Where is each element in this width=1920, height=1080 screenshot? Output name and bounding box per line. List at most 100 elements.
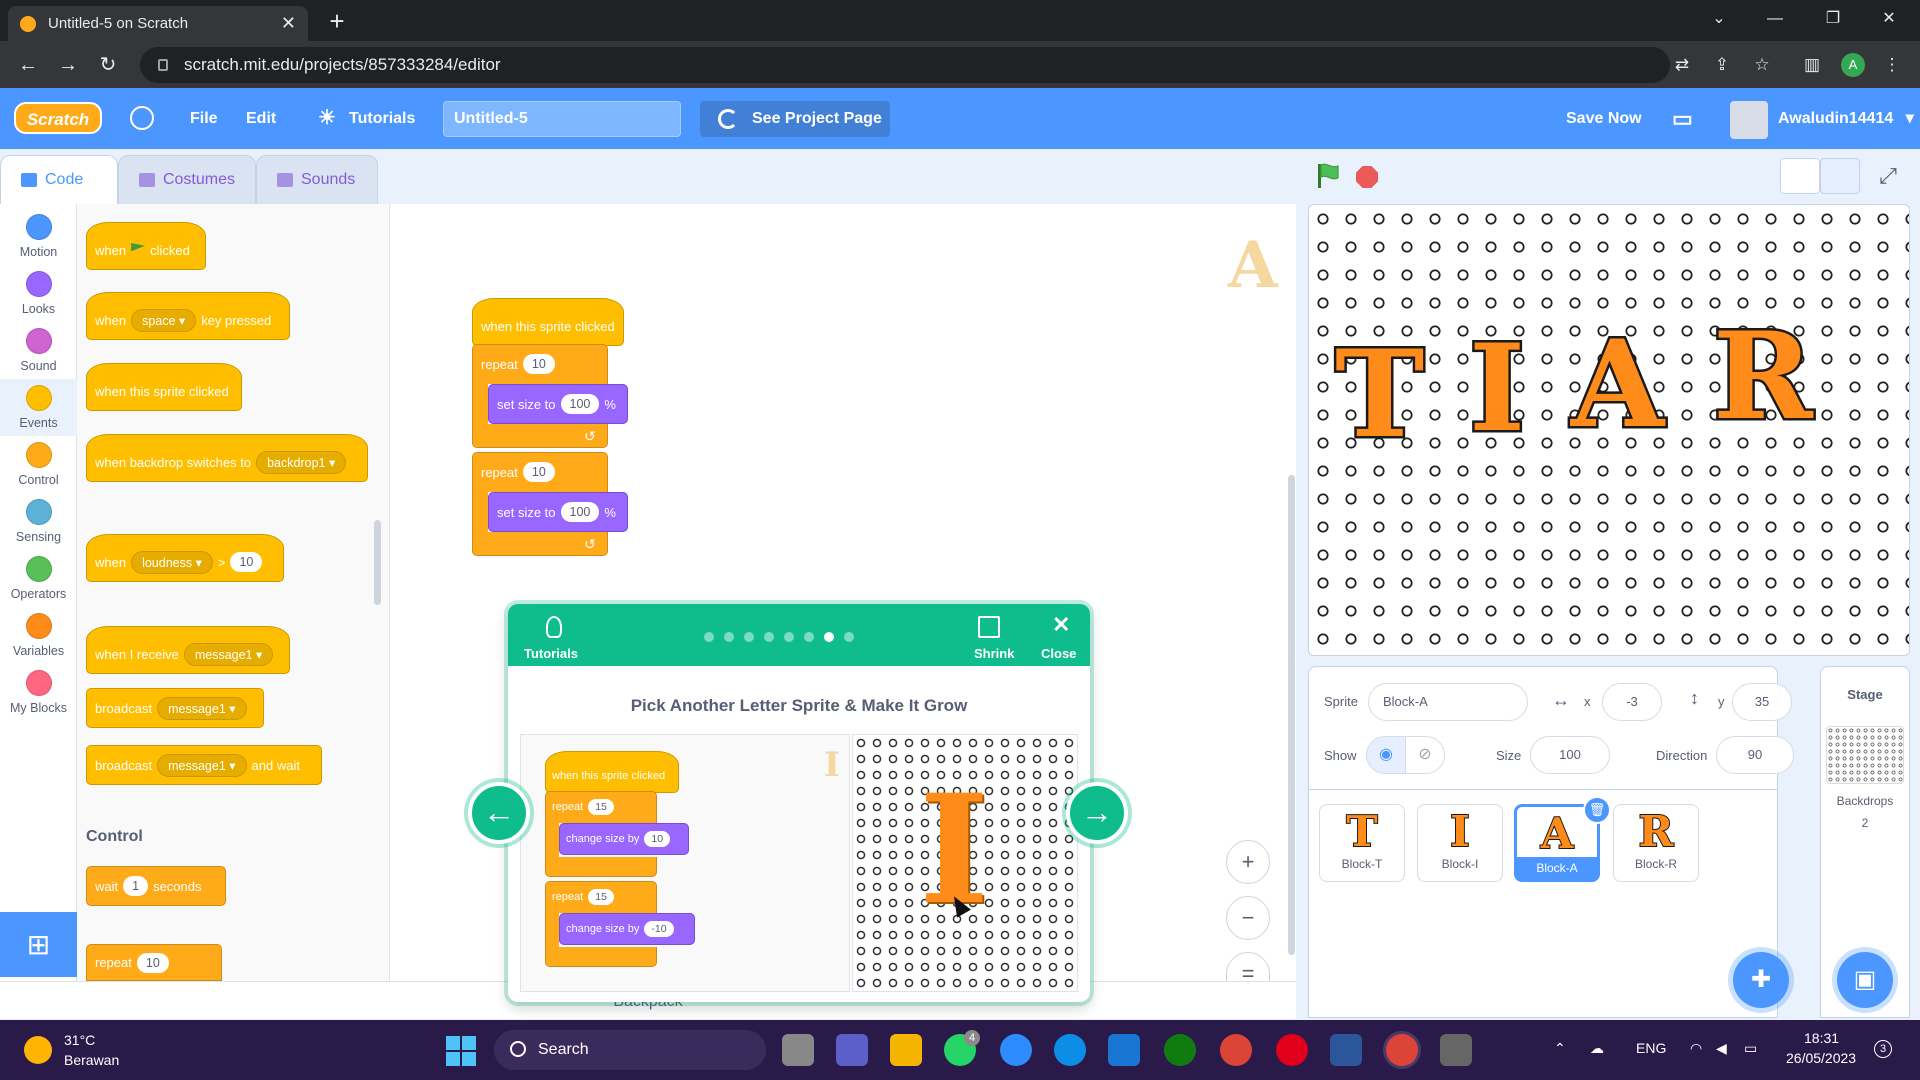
block-broadcast[interactable]: broadcast message1 ▾ [86, 688, 264, 728]
file-menu[interactable]: File [190, 88, 218, 149]
close-button[interactable]: Close [1041, 646, 1076, 661]
share-icon[interactable]: ⇪ [1710, 53, 1734, 77]
stage-sprite-t[interactable]: T [1332, 332, 1426, 457]
tab-code[interactable]: Code [0, 155, 118, 205]
tutorial-next-button[interactable]: → [1066, 782, 1128, 844]
backdrop-dropdown[interactable]: backdrop1 ▾ [256, 450, 347, 474]
show-hidden-button[interactable]: ⊘ [1405, 736, 1445, 774]
close-window-button[interactable]: ✕ [1866, 0, 1912, 38]
value-input[interactable]: 10 [522, 354, 555, 374]
message-dropdown[interactable]: message1 ▾ [157, 753, 247, 777]
category-operators[interactable]: Operators [0, 550, 77, 607]
block-repeat[interactable]: repeat 10 [86, 944, 222, 981]
browser-tab[interactable]: Untitled-5 on Scratch ✕ [8, 6, 308, 41]
value-input[interactable]: 10 [522, 462, 555, 482]
tray-chevron-icon[interactable]: ⌃ [1554, 1040, 1566, 1057]
tutorial-prev-button[interactable]: ← [468, 782, 530, 844]
normal-stage-button[interactable] [1820, 158, 1860, 194]
add-extension-button[interactable]: ⊞ [0, 912, 77, 977]
palette-scrollbar[interactable] [374, 520, 381, 605]
delete-sprite-trash-icon[interactable]: 🗑 [1583, 796, 1611, 824]
block-when-backdrop-switches[interactable]: when backdrop switches to backdrop1 ▾ [86, 434, 368, 482]
progress-dot[interactable] [744, 632, 754, 642]
sprite-card-block-t[interactable]: T Block-T [1319, 804, 1405, 882]
restore-button[interactable]: ❐ [1810, 0, 1856, 38]
y-input[interactable]: 35 [1732, 683, 1792, 721]
repeat-1-header[interactable]: repeat 10 [473, 345, 603, 383]
zoom-app-icon[interactable] [1000, 1034, 1032, 1066]
side-panel-icon[interactable]: ▥ [1800, 53, 1824, 77]
tab-close-icon[interactable]: ✕ [281, 13, 296, 34]
task-view-icon[interactable] [782, 1034, 814, 1066]
word-icon[interactable] [1330, 1034, 1362, 1066]
category-control[interactable]: Control [0, 436, 77, 493]
stage-sprite-i[interactable]: I [1466, 326, 1527, 451]
value-input[interactable]: 1 [123, 876, 149, 896]
progress-dot[interactable] [704, 632, 714, 642]
battery-icon[interactable]: ▭ [1744, 1040, 1757, 1057]
category-sound[interactable]: Sound [0, 322, 77, 379]
value-input[interactable]: 10 [136, 952, 169, 973]
direction-input[interactable]: 90 [1716, 736, 1794, 774]
block-when-sprite-clicked[interactable]: when this sprite clicked [86, 363, 242, 411]
browser-menu-icon[interactable]: ⋮ [1880, 53, 1904, 77]
value-input[interactable]: 10 [230, 552, 263, 572]
script-set-size-1[interactable]: set size to 100% [488, 384, 628, 424]
tab-costumes[interactable]: Costumes [118, 155, 256, 205]
script-when-sprite-clicked[interactable]: when this sprite clicked [472, 298, 624, 346]
minimize-button[interactable]: — [1752, 0, 1798, 38]
category-motion[interactable]: Motion [0, 208, 77, 265]
workspace-scrollbar[interactable] [1288, 475, 1295, 955]
scratch-logo[interactable]: Scratch [14, 102, 102, 134]
tutorial-label[interactable]: Tutorials [524, 646, 578, 661]
repeat-2-header[interactable]: repeat 10 [473, 453, 603, 491]
x-input[interactable]: -3 [1602, 683, 1662, 721]
address-bar[interactable]: scratch.mit.edu/projects/857333284/edito… [140, 47, 1670, 83]
stage-canvas[interactable]: T I A R [1308, 204, 1910, 656]
category-variables[interactable]: Variables [0, 607, 77, 664]
category-my-blocks[interactable]: My Blocks [0, 664, 77, 721]
xbox-icon[interactable] [1164, 1034, 1196, 1066]
script-set-size-2[interactable]: set size to 100% [488, 492, 628, 532]
stage-backdrop-thumbnail[interactable] [1826, 726, 1904, 784]
account-menu[interactable]: Awaludin14414 ▾ [1778, 88, 1914, 149]
file-explorer-icon[interactable] [890, 1034, 922, 1066]
save-now-button[interactable]: Save Now [1566, 88, 1642, 149]
green-flag-icon[interactable] [1316, 163, 1340, 189]
forward-arrow-icon[interactable]: → [56, 53, 80, 77]
back-arrow-icon[interactable]: ← [16, 53, 40, 77]
chrome-icon[interactable] [1220, 1034, 1252, 1066]
block-when-i-receive[interactable]: when I receive message1 ▾ [86, 626, 290, 674]
shrink-button[interactable]: Shrink [974, 646, 1014, 661]
clock-date[interactable]: 26/05/2023 [1786, 1050, 1856, 1066]
zoom-in-button[interactable]: + [1226, 840, 1270, 884]
sprite-name-input[interactable]: Block-A [1368, 683, 1528, 721]
my-stuff-folder-icon[interactable]: ▭ [1672, 88, 1693, 149]
choose-sprite-button[interactable]: ✚ [1733, 952, 1789, 1008]
key-dropdown[interactable]: space ▾ [131, 308, 197, 332]
block-when-loudness[interactable]: when loudness ▾ >10 [86, 534, 284, 582]
size-input[interactable]: 100 [1530, 736, 1610, 774]
sprite-card-block-r[interactable]: R Block-R [1613, 804, 1699, 882]
taskbar-search[interactable]: Search [494, 1030, 766, 1070]
reload-icon[interactable]: ↻ [96, 53, 120, 77]
progress-dot[interactable] [724, 632, 734, 642]
opera-icon[interactable] [1276, 1034, 1308, 1066]
fullscreen-icon[interactable]: ⤢ [1868, 158, 1908, 194]
sync-app-icon[interactable] [1440, 1034, 1472, 1066]
message-dropdown[interactable]: message1 ▾ [183, 642, 274, 666]
language-indicator[interactable]: ENG [1636, 1040, 1666, 1056]
edge-icon[interactable] [1054, 1034, 1086, 1066]
close-icon[interactable]: ✕ [1052, 612, 1070, 638]
see-project-page-button[interactable]: See Project Page [700, 101, 890, 137]
user-avatar[interactable] [1730, 101, 1768, 139]
block-broadcast-and-wait[interactable]: broadcast message1 ▾ and wait [86, 745, 322, 785]
category-looks[interactable]: Looks [0, 265, 77, 322]
weather-icon[interactable] [24, 1036, 52, 1064]
progress-dot[interactable] [804, 632, 814, 642]
block-when-flag-clicked[interactable]: when clicked [86, 222, 206, 270]
shrink-icon[interactable] [978, 616, 1000, 638]
small-stage-button[interactable] [1780, 158, 1820, 194]
tutorials-menu[interactable]: Tutorials [349, 88, 415, 149]
volume-icon[interactable]: ◀ [1716, 1040, 1727, 1057]
